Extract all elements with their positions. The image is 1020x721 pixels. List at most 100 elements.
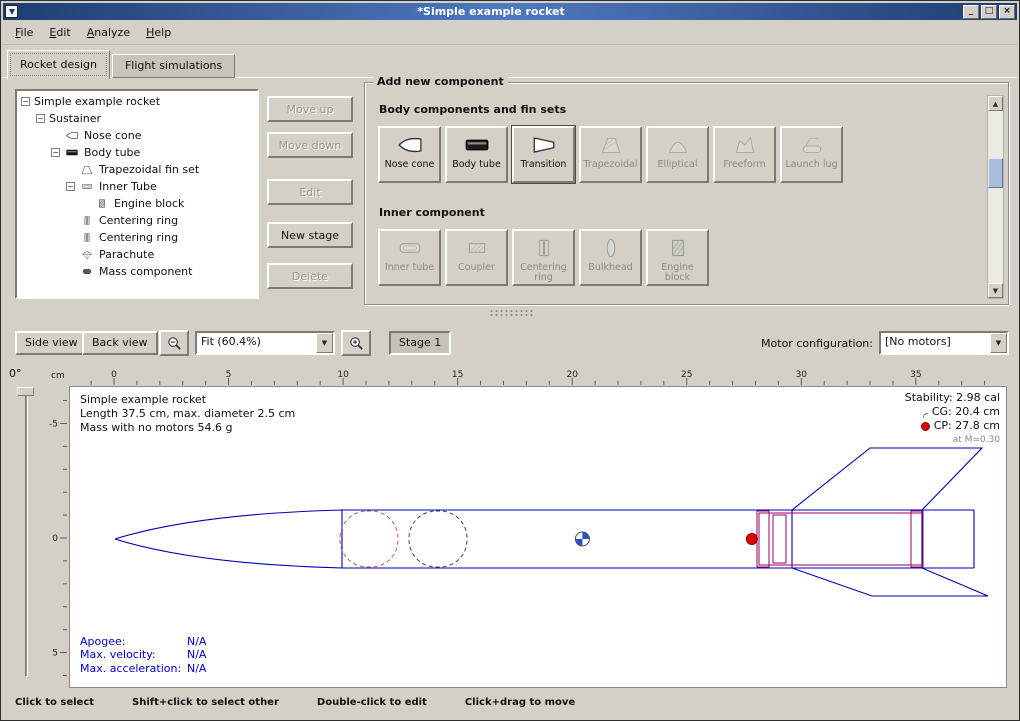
window-title: *Simple example rocket <box>21 4 961 19</box>
status-hint: Click+drag to move <box>465 697 575 708</box>
mach-text: at M=0.30 <box>905 433 1000 447</box>
tree-item-mass-component[interactable]: Mass component <box>18 263 257 280</box>
move-down-button: Move down <box>267 132 353 158</box>
tree-item-inner-tube[interactable]: −Inner Tube <box>18 178 257 195</box>
tree-item-body-tube[interactable]: −Body tube <box>18 144 257 161</box>
motor-configuration-select[interactable]: [No motors] ▼ <box>879 331 1009 355</box>
add-inner-tube-button: Inner tube <box>378 229 441 286</box>
tab-bar: Rocket designFlight simulations <box>7 48 237 78</box>
tree-expander-icon[interactable]: − <box>51 148 60 157</box>
component-scrollbar[interactable]: ▲ ▼ <box>987 95 1004 299</box>
motor-dropdown-arrow-icon[interactable]: ▼ <box>990 333 1007 353</box>
minimize-button[interactable]: _ <box>963 5 979 19</box>
inner-tube-drawing[interactable] <box>757 511 923 567</box>
tree-item-engine-block[interactable]: Engine block <box>18 195 257 212</box>
nosecone-icon <box>64 129 80 142</box>
splitter-handle[interactable] <box>489 309 533 318</box>
maximize-button[interactable]: □ <box>981 5 997 19</box>
tree-item-sustainer[interactable]: −Sustainer <box>18 110 257 127</box>
freeform-icon <box>728 132 762 158</box>
tree-item-label: Nose cone <box>84 129 141 142</box>
zoom-out-icon <box>166 335 183 352</box>
app-icon[interactable] <box>5 5 18 18</box>
tree-item-nose-cone[interactable]: Nose cone <box>18 127 257 144</box>
svg-text:5: 5 <box>226 370 232 380</box>
svg-text:0: 0 <box>52 534 58 544</box>
nosecone-icon <box>393 132 427 158</box>
rocket-canvas[interactable]: Simple example rocket Length 37.5 cm, ma… <box>69 386 1007 688</box>
flight-data-row: Apogee:N/A <box>80 635 206 649</box>
menu-analyze[interactable]: Analyze <box>79 23 138 42</box>
tree-item-trapezoidal-fin-set[interactable]: Trapezoidal fin set <box>18 161 257 178</box>
inner-components-label: Inner component <box>379 206 485 219</box>
svg-text:0: 0 <box>111 370 117 380</box>
bulkhead-icon <box>594 235 628 261</box>
new-stage-button[interactable]: New stage <box>267 222 353 248</box>
tree-item-centering-ring[interactable]: Centering ring <box>18 229 257 246</box>
cg-text: CG: 20.4 cm <box>932 405 1000 419</box>
component-button-label: Engine block <box>648 263 707 283</box>
figure-area: 0° cm 05101520253035 -505 <box>3 365 1019 694</box>
add-nose-cone-button[interactable]: Nose cone <box>378 126 441 183</box>
component-button-label: Transition <box>521 160 567 170</box>
stage-1-toggle[interactable]: Stage 1 <box>389 331 451 355</box>
tree-expander-icon[interactable]: − <box>66 182 75 191</box>
rotation-slider-track[interactable] <box>25 389 28 677</box>
app-window: *Simple example rocket _ □ × FileEditAna… <box>0 0 1020 721</box>
cp-text: CP: 27.8 cm <box>934 419 1000 433</box>
rotation-slider-thumb[interactable] <box>17 387 34 396</box>
zoom-level-value: Fit (60.4%) <box>197 333 316 353</box>
rotation-slider[interactable] <box>16 387 36 681</box>
tree-item-centering-ring[interactable]: Centering ring <box>18 212 257 229</box>
component-tree[interactable]: −Simple example rocket−SustainerNose con… <box>15 89 259 299</box>
elliptical-icon <box>661 132 695 158</box>
flight-data-row: Max. acceleration:N/A <box>80 662 206 676</box>
bodytube-icon <box>460 132 494 158</box>
add-body-tube-button[interactable]: Body tube <box>445 126 508 183</box>
add-freeform-button: Freeform <box>713 126 776 183</box>
transition-icon <box>527 132 561 158</box>
tree-item-label: Simple example rocket <box>34 95 160 108</box>
rocket-airframe[interactable] <box>115 510 974 568</box>
cg-symbol <box>575 532 589 546</box>
fin-set-drawing[interactable] <box>792 448 988 596</box>
tree-item-label: Centering ring <box>99 214 178 227</box>
mass-component-drawing[interactable] <box>409 511 467 567</box>
svg-text:35: 35 <box>910 370 921 380</box>
scroll-up-button[interactable]: ▲ <box>988 96 1003 111</box>
edit-button: Edit <box>267 179 353 205</box>
tab-flight-simulations[interactable]: Flight simulations <box>112 54 235 78</box>
zoom-dropdown-arrow-icon[interactable]: ▼ <box>316 333 333 353</box>
engineblock-icon <box>94 197 110 210</box>
titlebar[interactable]: *Simple example rocket _ □ × <box>3 3 1017 20</box>
menu-edit[interactable]: Edit <box>41 23 78 42</box>
add-launch-lug-button: Launch lug <box>780 126 843 183</box>
move-up-button: Move up <box>267 96 353 122</box>
menu-help[interactable]: Help <box>138 23 179 42</box>
add-engine-block-button: Engine block <box>646 229 709 286</box>
zoom-out-button[interactable] <box>159 330 189 356</box>
centeringring-icon <box>79 231 95 244</box>
svg-text:30: 30 <box>796 370 808 380</box>
scrollbar-thumb[interactable] <box>988 158 1003 188</box>
tree-item-simple-example-rocket[interactable]: −Simple example rocket <box>18 93 257 110</box>
zoom-in-button[interactable] <box>341 330 371 356</box>
tab-rocket-design[interactable]: Rocket design <box>7 50 110 79</box>
parachute-drawing[interactable] <box>340 511 398 567</box>
close-button[interactable]: × <box>999 5 1015 19</box>
menu-file[interactable]: File <box>7 23 41 42</box>
rotation-value: 0° <box>9 367 22 380</box>
tree-item-parachute[interactable]: Parachute <box>18 246 257 263</box>
back-view-button[interactable]: Back view <box>82 331 158 355</box>
side-view-button[interactable]: Side view <box>15 331 88 355</box>
cg-icon <box>917 407 928 418</box>
scroll-down-button[interactable]: ▼ <box>988 283 1003 298</box>
component-button-label: Trapezoidal <box>584 160 638 170</box>
tree-item-label: Parachute <box>99 248 154 261</box>
component-button-label: Bulkhead <box>588 263 632 273</box>
zoom-level-select[interactable]: Fit (60.4%) ▼ <box>195 331 335 355</box>
status-hint: Double-click to edit <box>317 697 427 708</box>
tree-expander-icon[interactable]: − <box>36 114 45 123</box>
add-transition-button[interactable]: Transition <box>512 126 575 183</box>
tree-expander-icon[interactable]: − <box>21 97 30 106</box>
